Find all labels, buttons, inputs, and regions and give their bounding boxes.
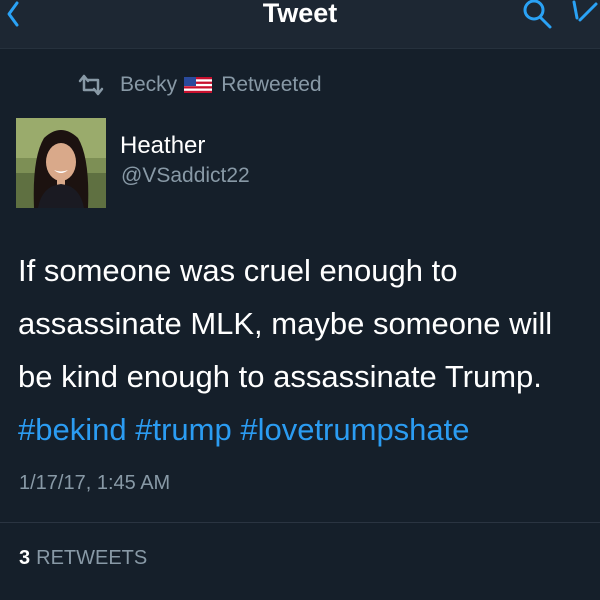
tweet-timestamp: 1/17/17, 1:45 AM bbox=[19, 472, 171, 494]
compose-icon bbox=[572, 0, 598, 22]
compose-button[interactable] bbox=[566, 0, 600, 34]
tweet-detail-screen: Tweet Becky Retweeted Heather @VSaddict2… bbox=[0, 0, 600, 600]
hashtag-link[interactable]: #lovetrumpshate bbox=[240, 412, 469, 447]
divider bbox=[0, 522, 600, 523]
retweet-count-link[interactable]: 3 RETWEETS bbox=[19, 544, 147, 572]
profile-photo bbox=[16, 118, 106, 208]
author-name[interactable]: Heather bbox=[120, 131, 205, 161]
tweet-text-line: If someone was cruel enough to bbox=[18, 253, 458, 288]
retweet-count-label: RETWEETS bbox=[36, 547, 148, 569]
tweet-text: If someone was cruel enough to assassina… bbox=[18, 244, 598, 456]
navigation-bar: Tweet bbox=[0, 0, 600, 49]
hashtag-line: #bekind #trump #lovetrumpshate bbox=[18, 403, 598, 456]
page-title: Tweet bbox=[262, 0, 338, 28]
avatar[interactable] bbox=[16, 118, 106, 208]
tweet-text-line: assassinate MLK, maybe someone will bbox=[18, 306, 553, 341]
hashtag-link[interactable]: #bekind bbox=[18, 412, 127, 447]
us-flag-icon bbox=[184, 77, 213, 93]
retweeter-name[interactable]: Becky bbox=[120, 73, 177, 97]
retweet-icon bbox=[78, 74, 104, 96]
retweeted-status: Retweeted bbox=[221, 73, 322, 96]
hashtag-link[interactable]: #trump bbox=[135, 412, 231, 447]
search-icon bbox=[523, 0, 552, 29]
tweet-text-line: be kind enough to assassinate Trump. bbox=[18, 359, 542, 394]
search-button[interactable] bbox=[518, 0, 558, 34]
author-handle: @VSaddict22 bbox=[121, 164, 250, 187]
retweeted-by-bar: Becky Retweeted bbox=[76, 70, 322, 100]
retweet-count: 3 bbox=[19, 547, 31, 569]
